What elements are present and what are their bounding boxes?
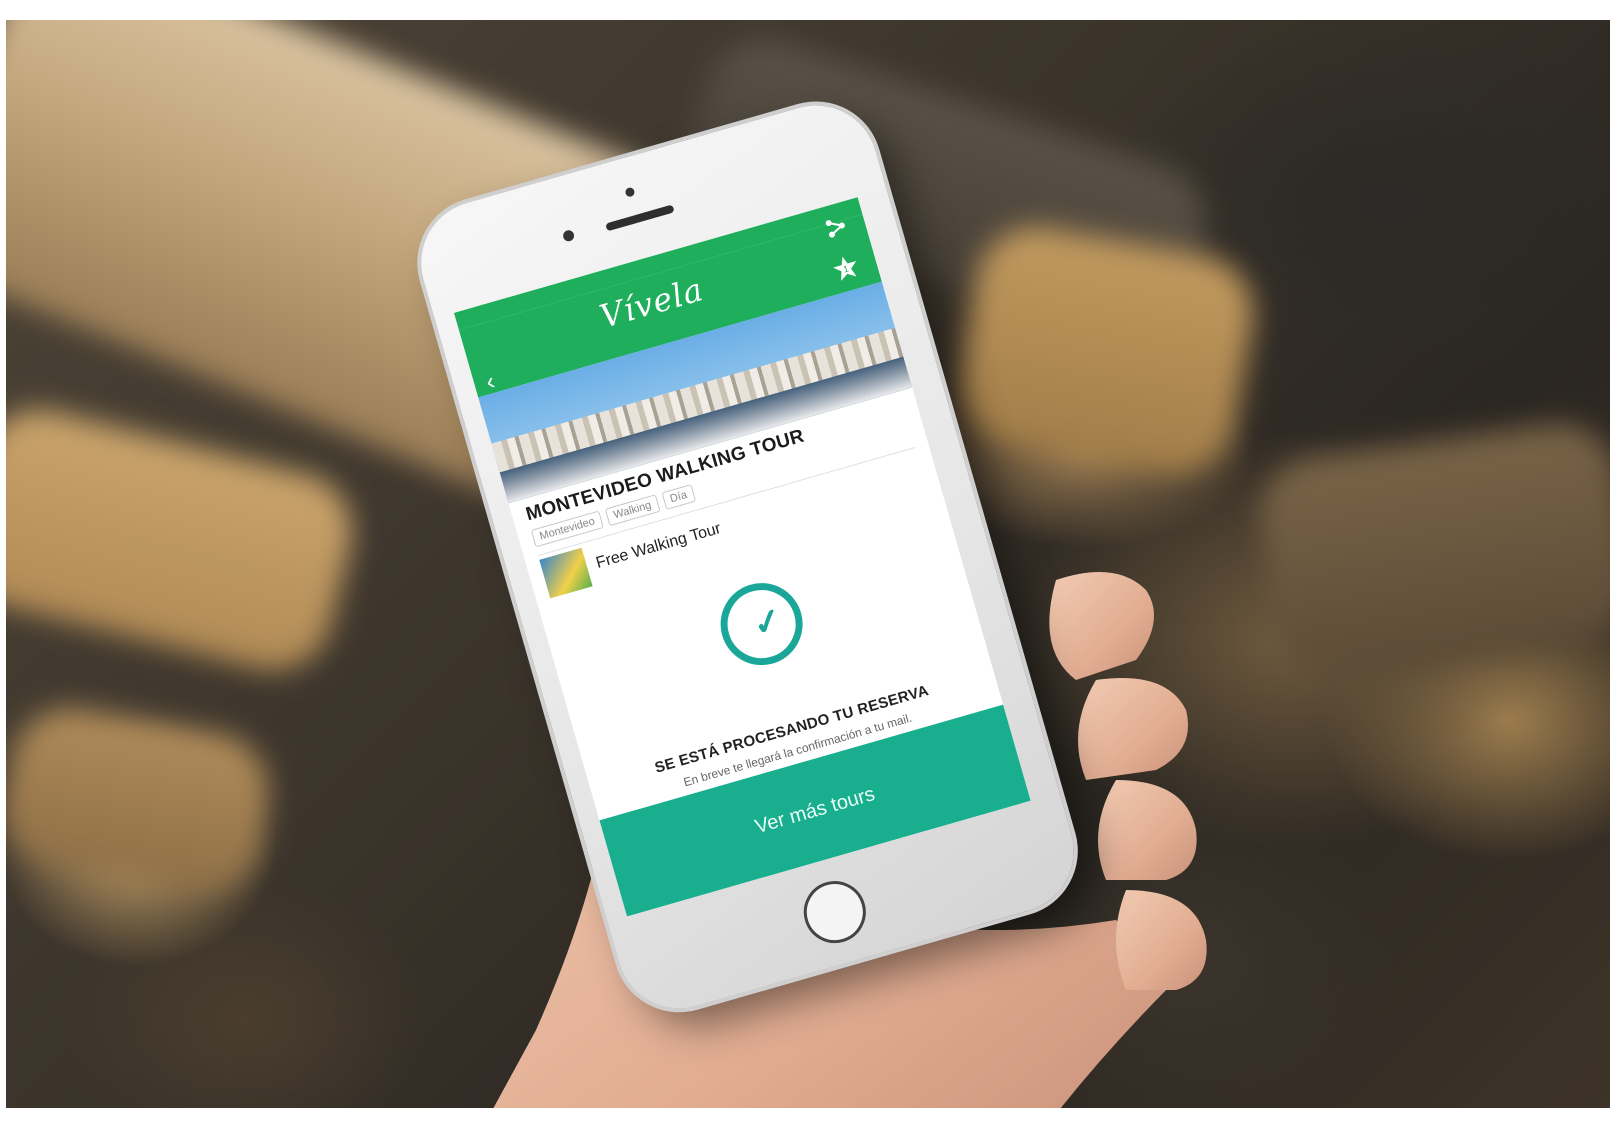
log-shape xyxy=(6,698,278,902)
check-circle-icon: ✓ xyxy=(710,573,813,675)
checkmark-icon: ✓ xyxy=(748,600,787,645)
log-shape xyxy=(1252,416,1610,684)
back-arrow-icon[interactable]: ‹ xyxy=(483,368,506,396)
star-badge-icon[interactable]: 1 xyxy=(830,252,862,284)
log-shape xyxy=(949,217,1263,483)
tag-time[interactable]: Día xyxy=(661,484,696,511)
operator-name: Free Walking Tour xyxy=(594,520,723,572)
operator-thumbnail xyxy=(539,547,593,599)
log-shape xyxy=(6,397,365,683)
